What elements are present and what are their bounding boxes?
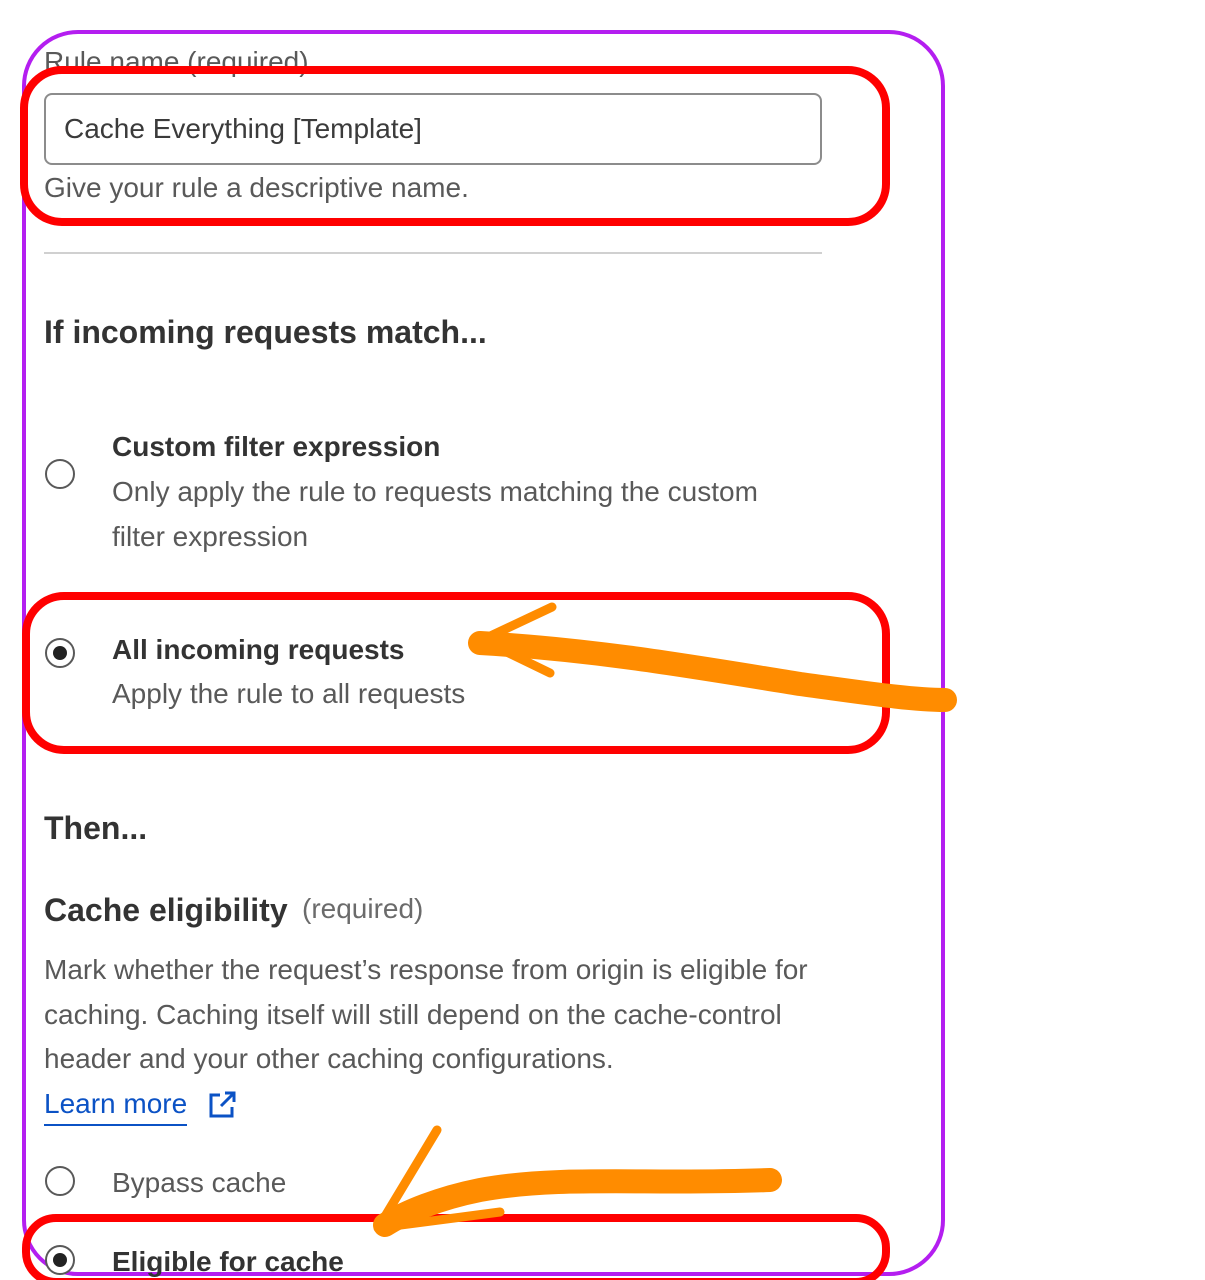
rule-name-input[interactable] — [44, 93, 822, 165]
section-divider — [44, 252, 822, 254]
cache-eligibility-description: Mark whether the request’s response from… — [44, 954, 808, 1074]
bypass-cache-label[interactable]: Bypass cache — [112, 1161, 286, 1205]
cache-eligibility-title: Cache eligibility — [44, 892, 288, 928]
match-heading: If incoming requests match... — [44, 314, 487, 350]
custom-filter-radio[interactable] — [45, 459, 75, 489]
learn-more-link[interactable]: Learn more — [44, 1084, 188, 1126]
required-indicator: (required) — [302, 893, 424, 924]
then-heading: Then... — [44, 810, 148, 846]
all-requests-title[interactable]: All incoming requests — [112, 632, 405, 668]
all-requests-radio[interactable] — [45, 638, 75, 668]
all-requests-description: Apply the rule to all requests — [112, 678, 466, 709]
rule-name-label: Rule name (required) — [44, 46, 309, 77]
rule-name-help-text: Give your rule a descriptive name. — [44, 172, 469, 203]
eligible-for-cache-label[interactable]: Eligible for cache — [112, 1244, 344, 1280]
bypass-cache-radio[interactable] — [45, 1166, 75, 1196]
custom-filter-description: Only apply the rule to requests matching… — [112, 476, 758, 552]
eligible-for-cache-radio[interactable] — [45, 1245, 75, 1275]
external-link-icon[interactable] — [206, 1089, 238, 1121]
custom-filter-title[interactable]: Custom filter expression — [112, 429, 440, 465]
